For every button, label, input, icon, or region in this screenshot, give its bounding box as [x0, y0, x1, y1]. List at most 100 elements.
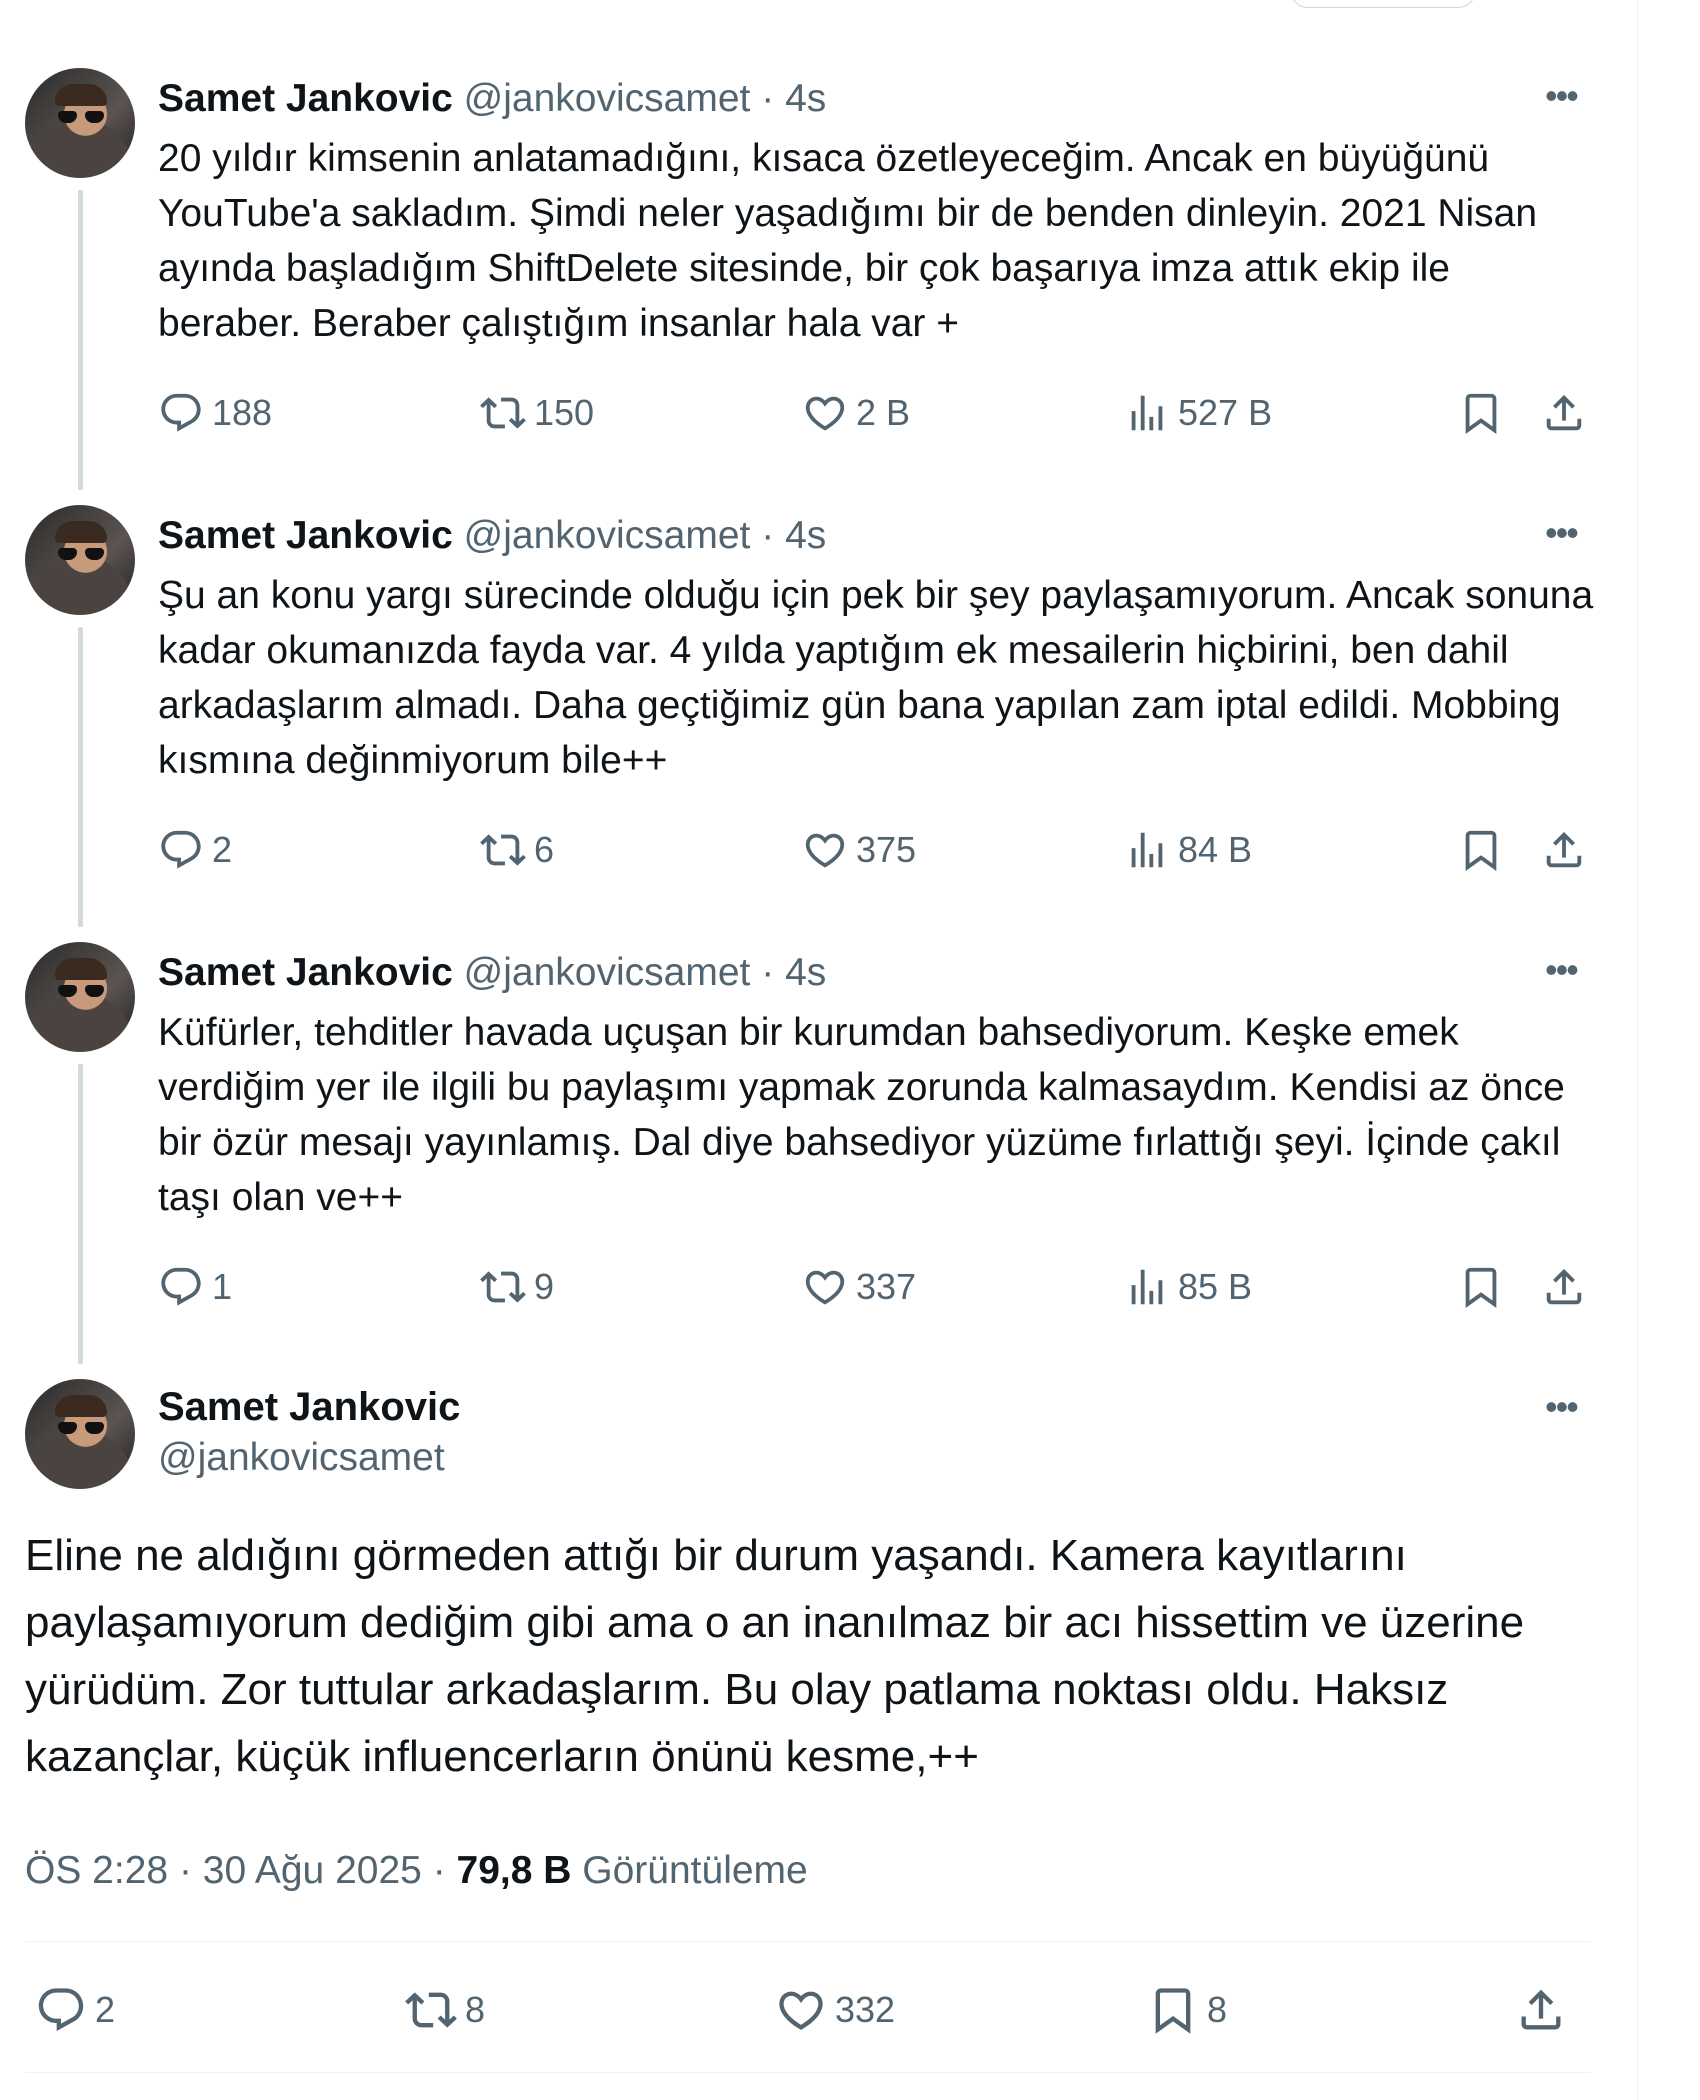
reply-button[interactable]: 2	[158, 827, 232, 873]
tweet-time[interactable]: 4s	[785, 77, 826, 120]
views-count: 85 B	[1178, 1266, 1253, 1307]
reply-count: 2	[212, 829, 233, 870]
tweet-time[interactable]: ÖS 2:28	[25, 1849, 168, 1892]
bookmark-icon	[1458, 1264, 1504, 1310]
divider	[25, 2072, 1590, 2073]
like-button[interactable]: 375	[802, 827, 916, 873]
tweet-actions: 2 6 375 84 B	[158, 827, 1598, 877]
tweet-time[interactable]: 4s	[785, 514, 826, 557]
tweet-date[interactable]: 30 Ağu 2025	[203, 1849, 422, 1892]
more-icon[interactable]: •••	[1545, 76, 1579, 116]
like-button[interactable]: 337	[802, 1264, 916, 1310]
avatar[interactable]	[25, 1379, 135, 1489]
like-button[interactable]: 2 B	[802, 390, 910, 436]
author-handle[interactable]: @jankovicsamet	[464, 514, 751, 557]
share-icon	[1541, 1264, 1587, 1310]
like-count: 332	[835, 1989, 896, 2030]
repost-icon	[480, 390, 526, 436]
like-icon	[775, 1984, 827, 2036]
like-icon	[802, 1264, 848, 1310]
reply-icon	[158, 827, 204, 873]
views-icon	[1124, 827, 1170, 873]
reply-button[interactable]: 2	[35, 1984, 115, 2036]
like-count: 337	[856, 1266, 917, 1307]
share-button[interactable]	[1541, 1264, 1587, 1310]
reply-icon	[158, 390, 204, 436]
repost-count: 8	[465, 1989, 486, 2030]
avatar[interactable]	[25, 68, 135, 178]
share-button[interactable]	[1541, 390, 1587, 436]
thread-line	[78, 1064, 83, 1364]
views-icon	[1124, 390, 1170, 436]
tweet-header: Samet Jankovic @jankovicsamet · 4s	[158, 77, 827, 120]
bookmark-icon	[1458, 827, 1504, 873]
views-button[interactable]: 85 B	[1124, 1264, 1252, 1310]
tweet-header: Samet Jankovic @jankovicsamet · 4s	[158, 514, 827, 557]
repost-button[interactable]: 150	[480, 390, 594, 436]
author-handle[interactable]: @jankovicsamet	[158, 1435, 445, 1481]
reply-icon	[35, 1984, 87, 2036]
views-icon	[1124, 1264, 1170, 1310]
column-border	[1637, 0, 1638, 2100]
share-icon	[1541, 390, 1587, 436]
share-button[interactable]	[1541, 827, 1587, 873]
like-icon	[802, 390, 848, 436]
tweet-text: 20 yıldır kimsenin anlatamadığını, kısac…	[158, 137, 1538, 345]
author-name[interactable]: Samet Jankovic	[158, 951, 453, 994]
author-handle[interactable]: @jankovicsamet	[464, 951, 751, 994]
tweet-actions: 188 150 2 B 527 B	[158, 390, 1598, 440]
repost-icon	[405, 1984, 457, 2036]
views-button[interactable]: 527 B	[1124, 390, 1272, 436]
more-icon[interactable]: •••	[1545, 950, 1579, 990]
bookmark-button[interactable]	[1458, 390, 1504, 436]
main-tweet: Samet Jankovic @jankovicsamet ••• Eline …	[0, 1379, 1637, 2079]
author-name[interactable]: Samet Jankovic	[158, 77, 453, 120]
repost-button[interactable]: 6	[480, 827, 554, 873]
avatar[interactable]	[25, 942, 135, 1052]
share-button[interactable]	[1515, 1984, 1567, 2036]
like-icon	[802, 827, 848, 873]
tweet-meta: ÖS 2:28 · 30 Ağu 2025 · 79,8 B Görüntüle…	[25, 1849, 808, 1892]
more-icon[interactable]: •••	[1545, 1387, 1579, 1427]
repost-icon	[480, 827, 526, 873]
tweet-actions: 1 9 337 85 B	[158, 1264, 1598, 1314]
reply-count: 2	[95, 1989, 116, 2030]
repost-count: 150	[534, 392, 595, 433]
reply-button[interactable]: 1	[158, 1264, 232, 1310]
like-count: 2 B	[856, 392, 911, 433]
reply-count: 188	[212, 392, 273, 433]
share-icon	[1515, 1984, 1567, 2036]
repost-button[interactable]: 9	[480, 1264, 554, 1310]
author-handle[interactable]: @jankovicsamet	[464, 77, 751, 120]
bookmark-button[interactable]	[1458, 827, 1504, 873]
views-label: Görüntüleme	[582, 1849, 808, 1892]
reply-icon	[158, 1264, 204, 1310]
tweet-text: Küfürler, tehditler havada uçuşan bir ku…	[158, 1011, 1565, 1219]
like-button[interactable]: 332	[775, 1984, 895, 2036]
bookmark-icon	[1147, 1984, 1199, 2036]
share-icon	[1541, 827, 1587, 873]
views-button[interactable]: 84 B	[1124, 827, 1252, 873]
author-name[interactable]: Samet Jankovic	[158, 1383, 460, 1431]
repost-icon	[480, 1264, 526, 1310]
tweet-header: Samet Jankovic @jankovicsamet · 4s	[158, 951, 827, 994]
more-icon[interactable]: •••	[1545, 513, 1579, 553]
tweet-text: Şu an konu yargı sürecinde olduğu için p…	[158, 574, 1594, 782]
tweet-time[interactable]: 4s	[785, 951, 826, 994]
bookmark-button[interactable]: 8	[1147, 1984, 1227, 2036]
reply-button[interactable]: 188	[158, 390, 272, 436]
views-count: 84 B	[1178, 829, 1253, 870]
like-count: 375	[856, 829, 917, 870]
author-name[interactable]: Samet Jankovic	[158, 514, 453, 557]
divider	[25, 1941, 1590, 1942]
bookmark-icon	[1458, 390, 1504, 436]
tweet-actions: 2 8 332 8	[25, 1984, 1590, 2034]
bookmark-button[interactable]	[1458, 1264, 1504, 1310]
avatar[interactable]	[25, 505, 135, 615]
thread-line	[78, 190, 83, 490]
repost-button[interactable]: 8	[405, 1984, 485, 2036]
repost-count: 9	[534, 1266, 555, 1307]
thread-line	[78, 627, 83, 927]
top-pill-button[interactable]	[1290, 0, 1476, 8]
views-count: 527 B	[1178, 392, 1273, 433]
